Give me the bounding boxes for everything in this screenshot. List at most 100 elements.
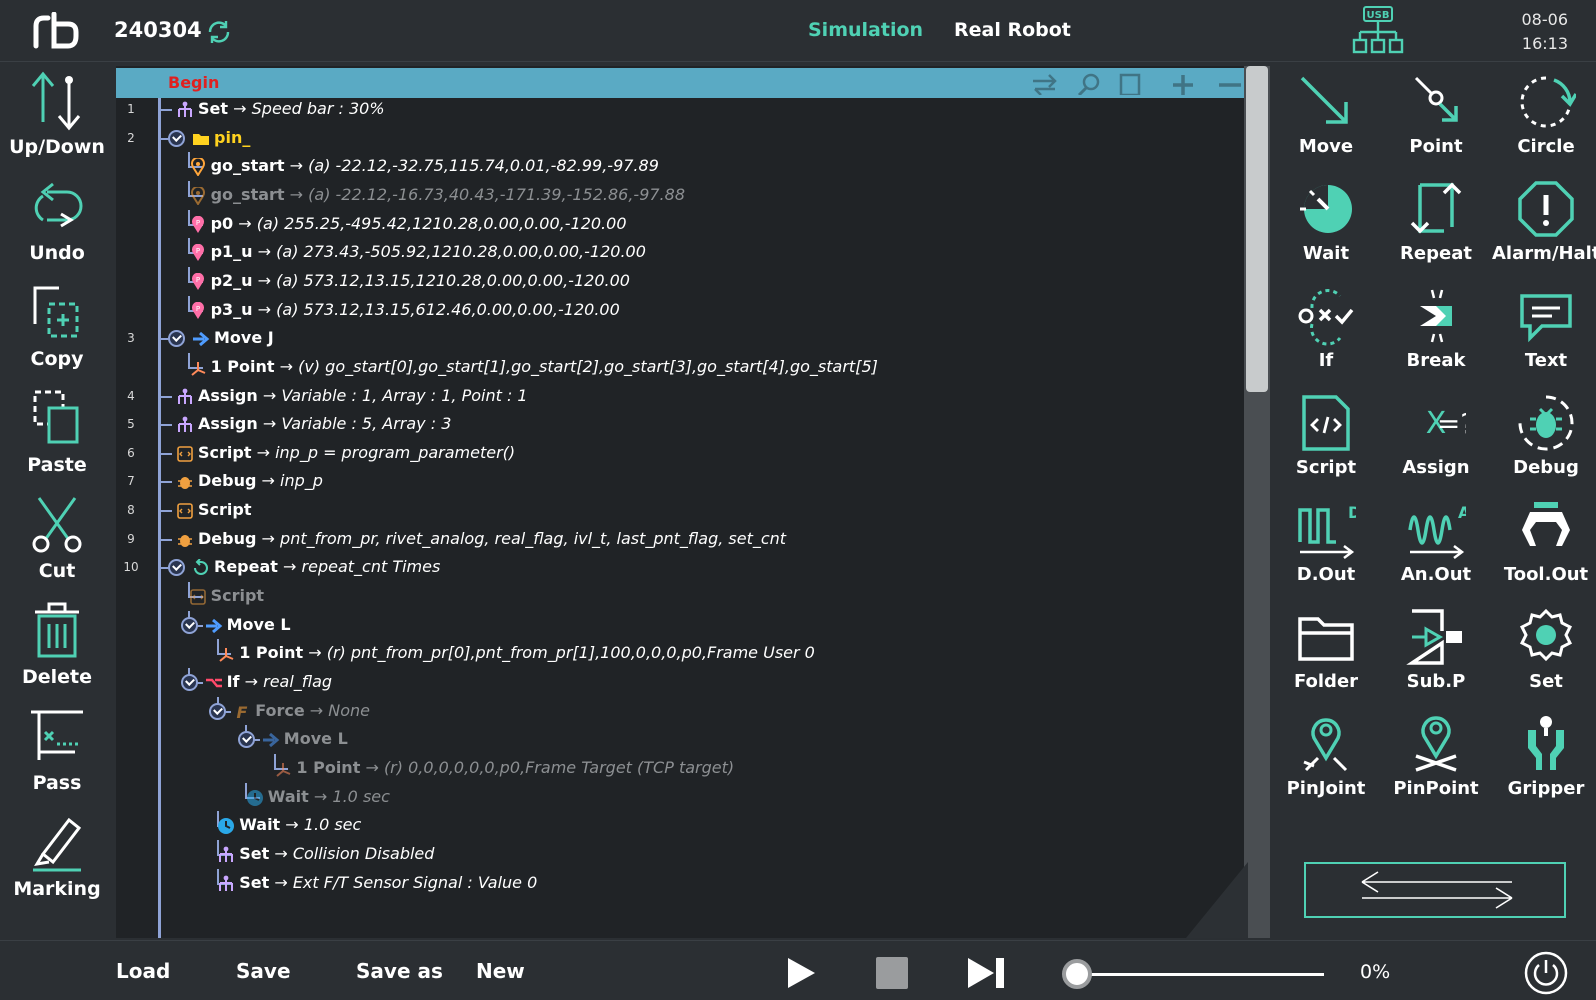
program-row[interactable]: F Force → None [116, 696, 1236, 726]
collapse-toggle[interactable] [168, 129, 185, 147]
program-row[interactable]: Set → Collision Disabled [116, 839, 1236, 869]
marking-button[interactable]: Marking [0, 804, 114, 910]
palette-wait-button[interactable]: Wait [1272, 171, 1380, 279]
tree-connector [158, 510, 172, 513]
sync-icon[interactable] [206, 19, 232, 45]
palette-gripper-button[interactable]: Gripper [1492, 706, 1596, 814]
palette-point-button[interactable]: Point [1382, 64, 1490, 172]
program-row[interactable]: Move L [116, 725, 1236, 754]
power-icon[interactable] [1524, 951, 1568, 995]
program-row[interactable]: Move L [116, 610, 1236, 640]
program-row[interactable]: 4 Assign → Variable : 1, Array : 1, Point… [116, 382, 1236, 411]
scrollbar-thumb[interactable] [1246, 66, 1268, 392]
program-row[interactable]: Wait → 1.0 sec [116, 782, 1236, 812]
program-row[interactable]: 9 Debug → pnt_from_pr, rivet_analog, real… [116, 525, 1236, 554]
cut-button[interactable]: Cut [0, 486, 114, 592]
play-icon[interactable] [786, 957, 816, 989]
program-row[interactable]: 2 pin_ [116, 124, 1236, 153]
program-row[interactable]: go_start → (a) -22.12,-32.75,115.74,0.01… [116, 152, 1236, 181]
program-row[interactable]: 1 Point → (r) 0,0,0,0,0,0,p0,Frame Targe… [116, 753, 1236, 783]
collapse-toggle[interactable] [168, 330, 185, 348]
tree-connector [158, 538, 172, 541]
program-row[interactable]: If → real_flag [116, 668, 1236, 697]
svg-text:=?: =? [1437, 407, 1466, 440]
save-button[interactable]: Save [236, 959, 291, 983]
palette-label: D.Out [1296, 564, 1356, 585]
palette-sub-p-button[interactable]: Sub.P [1382, 599, 1490, 707]
program-row[interactable]: 1 Point → (v) go_start[0],go_start[1],go… [116, 352, 1236, 382]
tree-tools-icon[interactable] [1031, 73, 1241, 95]
program-row[interactable]: 10 Repeat → repeat_cnt Times [116, 553, 1236, 582]
program-row[interactable]: 5 Assign → Variable : 5, Array : 3 [116, 410, 1236, 439]
palette-break-button[interactable]: Break [1382, 278, 1490, 386]
speed-slider-knob[interactable] [1062, 959, 1092, 989]
collapse-toggle[interactable] [237, 731, 255, 749]
program-row[interactable]: Pp0 → (a) 255.25,-495.42,1210.28,0.00,0.… [116, 209, 1236, 239]
palette-repeat-button[interactable]: Repeat [1382, 171, 1490, 279]
speed-slider-track[interactable] [1076, 973, 1324, 976]
copy-button[interactable]: Copy [0, 274, 114, 380]
command-name: Debug [198, 471, 257, 491]
palette-an-out-button[interactable]: A An.Out [1382, 492, 1490, 600]
program-row[interactable]: 1 Set → Speed bar : 30% [116, 95, 1236, 124]
program-tree-editor[interactable]: Begin 1 Set → Speed bar : 30% 2 pin_ go_star… [116, 66, 1270, 938]
new-button[interactable]: New [476, 959, 525, 983]
program-row[interactable]: 3 Move J [116, 324, 1236, 353]
usb-network-icon[interactable]: USB [1352, 6, 1404, 56]
undo-button[interactable]: Undo [0, 168, 114, 274]
program-row[interactable]: 1 Point → (r) pnt_from_pr[0],pnt_from_pr… [116, 639, 1236, 668]
program-row[interactable]: 6 Script → inp_p = program_parameter() [116, 439, 1236, 468]
begin-row[interactable]: Begin [116, 68, 1244, 98]
program-row[interactable]: Pp1_u → (a) 273.43,-505.92,1210.28,0.00,… [116, 238, 1236, 267]
palette-label: Sub.P [1406, 671, 1466, 692]
palette-tool-out-button[interactable]: Tool.Out [1492, 492, 1596, 600]
program-row[interactable]: Set → Ext F/T Sensor Signal : Value 0 [116, 868, 1236, 898]
pass-label: Pass [32, 772, 82, 794]
palette-label: Assign [1402, 457, 1470, 478]
cut-label: Cut [38, 560, 76, 582]
program-row[interactable]: Pp2_u → (a) 573.12,13.15,1210.28,0.00,0.… [116, 266, 1236, 296]
palette-folder-button[interactable]: Folder [1272, 599, 1380, 707]
move-arrow-icon [262, 731, 280, 749]
paste-button[interactable]: Paste [0, 380, 114, 486]
collapse-toggle[interactable] [168, 559, 185, 577]
program-row[interactable]: go_start → (a) -22.12,-16.73,40.43,-171.… [116, 180, 1236, 210]
palette-if-button[interactable]: If [1272, 278, 1380, 386]
palette-set-button[interactable]: Set [1492, 599, 1596, 707]
palette-pinpoint-button[interactable]: PinPoint [1382, 706, 1490, 814]
pass-button[interactable]: Pass [0, 698, 114, 804]
palette-pinjoint-button[interactable]: PinJoint [1272, 706, 1380, 814]
palette-text-button[interactable]: Text [1492, 278, 1596, 386]
palette-alarm-halt-button[interactable]: Alarm/Halt [1492, 171, 1596, 279]
up-down-button[interactable]: Up/Down [0, 62, 114, 168]
program-row[interactable]: Script [116, 582, 1236, 611]
collapse-toggle[interactable] [209, 702, 227, 720]
collapse-toggle[interactable] [180, 674, 198, 691]
stop-button[interactable] [876, 957, 908, 989]
command-name: p3_u [210, 299, 253, 319]
palette-assign-button[interactable]: X=? Assign [1382, 385, 1490, 493]
palette-d-out-button[interactable]: D D.Out [1272, 492, 1380, 600]
save-as-button[interactable]: Save as [356, 959, 443, 983]
real-robot-mode-tab[interactable]: Real Robot [954, 19, 1071, 41]
arrow-separator: → [289, 156, 304, 176]
simulation-mode-tab[interactable]: Simulation [808, 19, 923, 41]
palette-label: Alarm/Halt [1492, 243, 1596, 264]
date-text: 08-06 [1521, 10, 1569, 29]
program-row[interactable]: 7 Debug → inp_p [116, 467, 1236, 496]
palette-script-button[interactable]: Script [1272, 385, 1380, 493]
program-row[interactable]: Wait → 1.0 sec [116, 811, 1236, 840]
command-name: p0 [210, 213, 234, 233]
palette-move-button[interactable]: Move [1272, 64, 1380, 172]
collapse-toggle[interactable] [180, 616, 198, 634]
palette-debug-button[interactable]: Debug [1492, 385, 1596, 493]
step-forward-icon[interactable] [966, 957, 1006, 989]
delete-button[interactable]: Delete [0, 592, 114, 698]
command-palette: Move Point Circle Wait Repeat Alarm/Halt If Bre… [1270, 62, 1596, 940]
program-row[interactable]: 8 Script [116, 496, 1236, 525]
swap-arrow-button[interactable] [1304, 862, 1566, 918]
program-row[interactable]: Pp3_u → (a) 573.12,13.15,612.46,0.00,0.0… [116, 295, 1236, 325]
palette-circle-button[interactable]: Circle [1492, 64, 1596, 172]
arrow-separator: → [261, 471, 275, 491]
load-button[interactable]: Load [116, 959, 170, 983]
